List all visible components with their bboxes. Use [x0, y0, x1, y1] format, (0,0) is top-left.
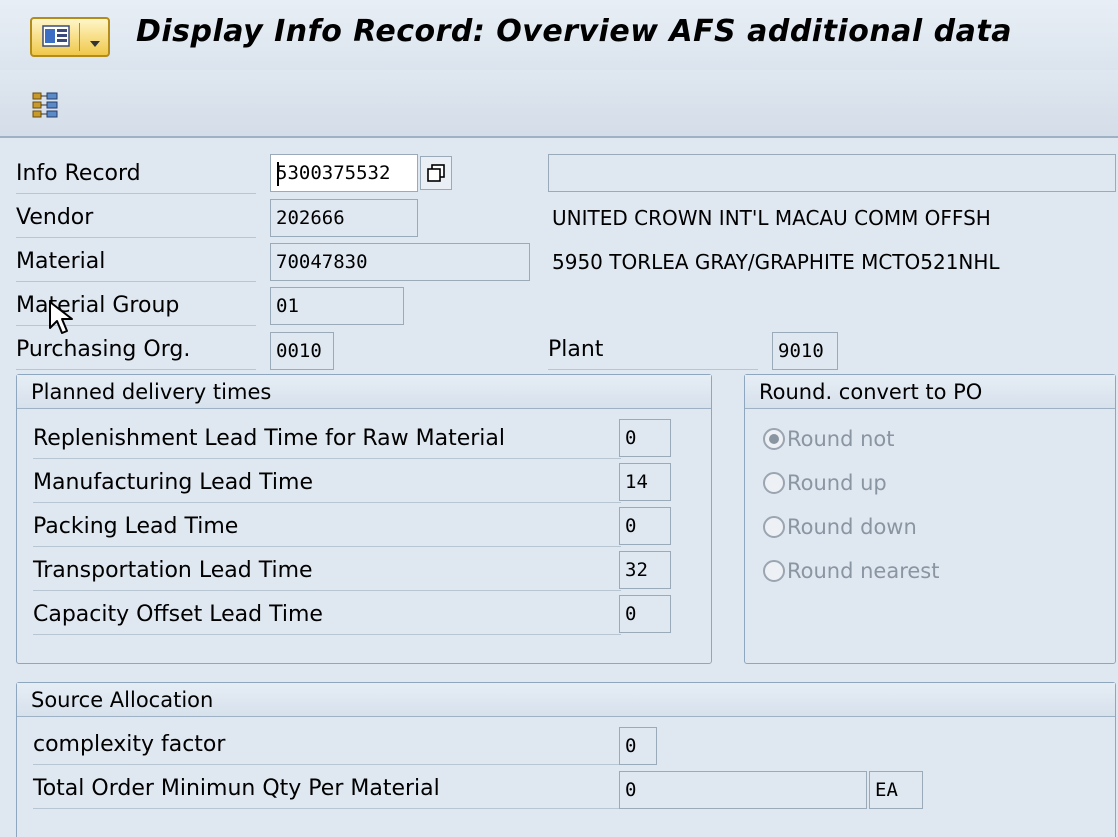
plant-field[interactable]: 9010 — [772, 332, 838, 370]
transportation-lead-time-field[interactable]: 32 — [619, 551, 671, 589]
info-record-label: Info Record — [16, 154, 256, 194]
radio-round-not-label: Round not — [787, 427, 895, 451]
copy-icon[interactable] — [420, 156, 452, 190]
source-allocation-title: Source Allocation — [17, 683, 1115, 717]
complexity-factor-label: complexity factor — [33, 725, 621, 765]
radio-round-nearest[interactable]: Round nearest — [763, 551, 940, 591]
packing-lead-time-label: Packing Lead Time — [33, 507, 621, 547]
replenishment-lead-time-label: Replenishment Lead Time for Raw Material — [33, 419, 621, 459]
source-allocation-group: Source Allocation complexity factor 0 To… — [16, 682, 1116, 837]
replenishment-lead-time-field[interactable]: 0 — [619, 419, 671, 457]
plant-label: Plant — [548, 330, 758, 370]
total-order-min-qty-field[interactable]: 0 — [619, 771, 867, 809]
mouse-pointer-icon — [48, 300, 78, 336]
packing-lead-time-field[interactable]: 0 — [619, 507, 671, 545]
info-record-description-field — [548, 154, 1116, 192]
radio-unselected-icon — [763, 560, 785, 582]
material-group-field[interactable]: 01 — [270, 287, 404, 325]
min-qty-unit-field[interactable]: EA — [869, 771, 923, 809]
total-order-min-qty-label: Total Order Minimun Qty Per Material — [33, 769, 621, 809]
rounding-group: Round. convert to PO Round not Round up … — [744, 374, 1116, 664]
radio-unselected-icon — [763, 516, 785, 538]
structure-icon[interactable] — [30, 88, 62, 120]
manufacturing-lead-time-label: Manufacturing Lead Time — [33, 463, 621, 503]
title-bar: Display Info Record: Overview AFS additi… — [0, 0, 1118, 70]
vendor-field[interactable]: 202666 — [270, 199, 418, 237]
radio-round-nearest-label: Round nearest — [787, 559, 940, 583]
application-toolbar — [0, 70, 1118, 138]
page-title: Display Info Record: Overview AFS additi… — [136, 14, 1012, 49]
chevron-down-icon — [90, 41, 100, 47]
material-label: Material — [16, 242, 256, 282]
info-record-field[interactable]: 5300375532 — [270, 154, 418, 192]
vendor-label: Vendor — [16, 198, 256, 238]
radio-selected-icon — [763, 428, 785, 450]
radio-round-not[interactable]: Round not — [763, 419, 895, 459]
radio-round-down[interactable]: Round down — [763, 507, 917, 547]
manufacturing-lead-time-field[interactable]: 14 — [619, 463, 671, 501]
planned-delivery-title: Planned delivery times — [17, 375, 711, 409]
radio-round-up[interactable]: Round up — [763, 463, 887, 503]
text-caret — [277, 162, 279, 186]
main-content: Info Record 5300375532 Vendor 202666 UNI… — [0, 140, 1118, 837]
radio-unselected-icon — [763, 472, 785, 494]
system-menu-icon — [36, 23, 80, 51]
capacity-offset-lead-time-field[interactable]: 0 — [619, 595, 671, 633]
material-field[interactable]: 70047830 — [270, 243, 530, 281]
transportation-lead-time-label: Transportation Lead Time — [33, 551, 621, 591]
capacity-offset-lead-time-label: Capacity Offset Lead Time — [33, 595, 621, 635]
material-description: 5950 TORLEA GRAY/GRAPHITE MCTO521NHL — [552, 250, 1000, 274]
rounding-title: Round. convert to PO — [745, 375, 1115, 409]
vendor-name: UNITED CROWN INT'L MACAU COMM OFFSH — [552, 206, 991, 230]
radio-round-down-label: Round down — [787, 515, 917, 539]
complexity-factor-field[interactable]: 0 — [619, 727, 657, 765]
system-menu-button[interactable] — [30, 17, 110, 57]
purchasing-org-field[interactable]: 0010 — [270, 332, 334, 370]
radio-round-up-label: Round up — [787, 471, 887, 495]
planned-delivery-group: Planned delivery times Replenishment Lea… — [16, 374, 712, 664]
